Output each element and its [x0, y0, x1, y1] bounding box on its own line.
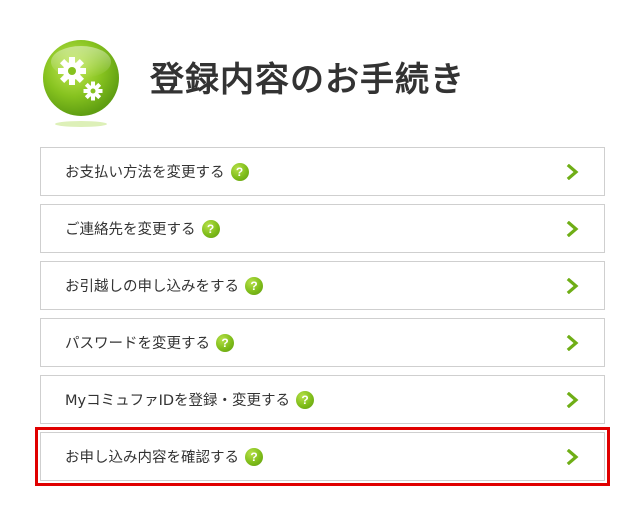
- help-icon[interactable]: ?: [230, 162, 249, 181]
- help-icon[interactable]: ?: [296, 390, 315, 409]
- menu-item-confirm-application[interactable]: お申し込み内容を確認する ?: [35, 427, 610, 486]
- menu-item-label: ご連絡先を変更する: [65, 222, 196, 238]
- chevron-right-icon: [566, 391, 579, 408]
- page-header: 登録内容のお手続き: [38, 38, 598, 138]
- menu-item-label: お申し込み内容を確認する: [65, 450, 239, 466]
- page-title: 登録内容のお手続き: [150, 60, 465, 100]
- menu-item-label: お支払い方法を変更する: [65, 165, 225, 181]
- menu-item-change-payment-method[interactable]: お支払い方法を変更する ?: [40, 147, 605, 196]
- procedure-menu: お支払い方法を変更する ? ご連絡先を変更する ? お引越しの申し込みをする ?…: [35, 147, 610, 489]
- menu-item-label: お引越しの申し込みをする: [65, 279, 239, 295]
- help-icon[interactable]: ?: [245, 447, 263, 466]
- chevron-right-icon: [566, 277, 579, 294]
- menu-item-label: MyコミュファIDを登録・変更する: [65, 393, 291, 409]
- help-icon[interactable]: ?: [216, 333, 234, 352]
- chevron-right-icon: [566, 163, 579, 180]
- chevron-right-icon: [566, 220, 579, 237]
- menu-item-label: パスワードを変更する: [65, 336, 210, 352]
- menu-item-change-contact[interactable]: ご連絡先を変更する ?: [40, 204, 605, 253]
- help-icon[interactable]: ?: [201, 219, 220, 238]
- help-icon[interactable]: ?: [245, 276, 263, 295]
- gears-icon: [43, 40, 119, 127]
- menu-item-moving-application[interactable]: お引越しの申し込みをする ?: [40, 261, 605, 310]
- menu-item-register-commufa-id[interactable]: MyコミュファIDを登録・変更する ?: [40, 375, 605, 424]
- chevron-right-icon: [566, 334, 579, 351]
- chevron-right-icon: [566, 448, 579, 465]
- menu-item-change-password[interactable]: パスワードを変更する ?: [40, 318, 605, 367]
